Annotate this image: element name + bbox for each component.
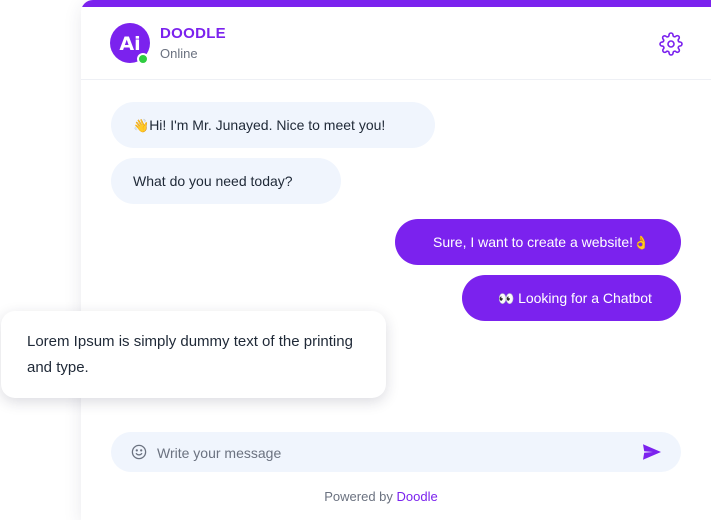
message-text: Hi! I'm Mr. Junayed. Nice to meet you! bbox=[149, 117, 386, 133]
message-incoming: 👋Hi! I'm Mr. Junayed. Nice to meet you! bbox=[111, 102, 435, 148]
chat-header: Ai DOODLE Online bbox=[81, 7, 711, 80]
send-icon[interactable] bbox=[642, 443, 662, 461]
eyes-emoji: 👀 bbox=[498, 291, 515, 306]
bot-status: Online bbox=[160, 46, 198, 61]
message-text: What do you need today? bbox=[133, 173, 293, 189]
powered-by-prefix: Powered by bbox=[324, 489, 393, 504]
message-outgoing: Sure, I want to create a website!👌 bbox=[395, 219, 681, 265]
message-text: Looking for a Chatbot bbox=[518, 290, 652, 306]
ok-hand-emoji: 👌 bbox=[633, 235, 650, 250]
settings-button[interactable] bbox=[659, 32, 683, 56]
stage: Ai DOODLE Online 👋Hi! I'm Mr. Junayed. N… bbox=[0, 0, 711, 520]
gear-icon bbox=[659, 32, 683, 56]
message-input[interactable] bbox=[155, 441, 629, 465]
smile-icon[interactable] bbox=[131, 444, 147, 460]
floating-card-text: Lorem Ipsum is simply dummy text of the … bbox=[27, 333, 353, 376]
message-text: Sure, I want to create a website! bbox=[433, 234, 633, 250]
chat-widget: Ai DOODLE Online 👋Hi! I'm Mr. Junayed. N… bbox=[81, 0, 711, 520]
powered-by-link[interactable]: Doodle bbox=[397, 489, 438, 504]
accent-top-bar bbox=[81, 0, 711, 7]
waving-hand-emoji: 👋 bbox=[133, 118, 150, 133]
message-incoming: What do you need today? bbox=[111, 158, 341, 204]
floating-message-card: Lorem Ipsum is simply dummy text of the … bbox=[1, 311, 386, 398]
message-outgoing: 👀 Looking for a Chatbot bbox=[462, 275, 681, 321]
bot-name: DOODLE bbox=[160, 25, 226, 42]
bot-avatar-text: Ai bbox=[119, 33, 140, 55]
message-composer bbox=[111, 432, 681, 472]
online-indicator bbox=[137, 53, 149, 65]
powered-by: Powered by Doodle bbox=[81, 489, 711, 504]
